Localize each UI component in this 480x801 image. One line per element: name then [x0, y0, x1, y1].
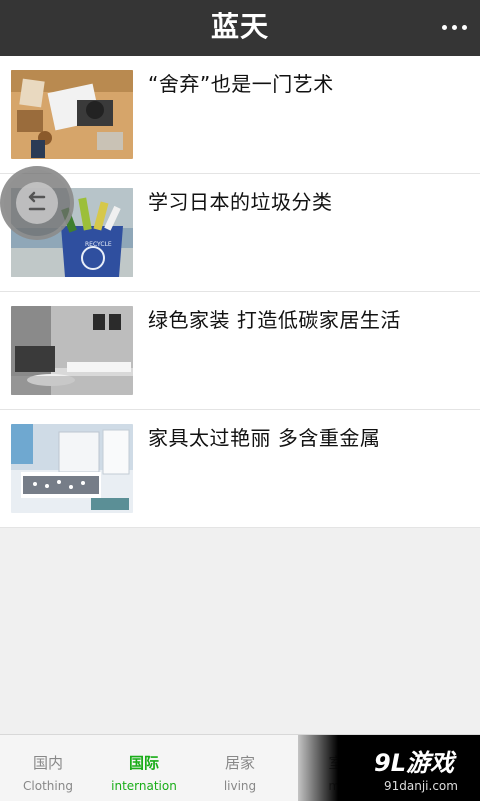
article-title: 家具太过艳丽 多含重金属	[148, 426, 381, 450]
more-dots-icon[interactable]	[434, 12, 474, 42]
watermark: 9L游戏 91danji.com	[298, 735, 480, 801]
article-title: 学习日本的垃圾分类	[148, 190, 333, 214]
tab-clothing[interactable]: 国内 Clothing	[0, 735, 96, 801]
list-item[interactable]: “舍弃”也是一门艺术	[0, 56, 480, 174]
watermark-logo: 9L游戏	[374, 749, 454, 777]
tab-label-en: Clothing	[23, 779, 73, 793]
svg-text:RECYCLE: RECYCLE	[85, 241, 112, 248]
article-title: “舍弃”也是一门艺术	[148, 72, 334, 96]
tab-international[interactable]: 国际 internation	[96, 735, 192, 801]
tab-label-en: internation	[111, 779, 177, 793]
article-thumbnail	[11, 70, 133, 159]
tab-living[interactable]: 居家 living	[192, 735, 288, 801]
tab-label-cn: 国际	[128, 754, 159, 772]
tab-label-cn: 国内	[32, 754, 63, 772]
tab-label-en: living	[223, 779, 257, 793]
floating-back-button[interactable]	[0, 166, 74, 240]
list-item[interactable]: 家具太过艳丽 多含重金属	[0, 410, 480, 528]
list-item[interactable]: 绿色家装 打造低碳家居生活	[0, 292, 480, 410]
back-icon	[16, 182, 58, 224]
top-bar: 蓝天	[0, 0, 480, 56]
article-thumbnail	[11, 306, 133, 395]
tab-label-cn: 居家	[224, 754, 255, 772]
article-title: 绿色家装 打造低碳家居生活	[148, 308, 401, 332]
bottom-tab-bar: 国内 Clothing 国际 internation 居家 living 室 m…	[0, 734, 480, 801]
article-list: “舍弃”也是一门艺术 RECYCLE 学习日本的垃圾分类 绿色家装 打造低碳家居…	[0, 56, 480, 528]
watermark-url: 91danji.com	[384, 779, 458, 793]
page-title: 蓝天	[210, 10, 269, 43]
article-thumbnail	[11, 424, 133, 513]
